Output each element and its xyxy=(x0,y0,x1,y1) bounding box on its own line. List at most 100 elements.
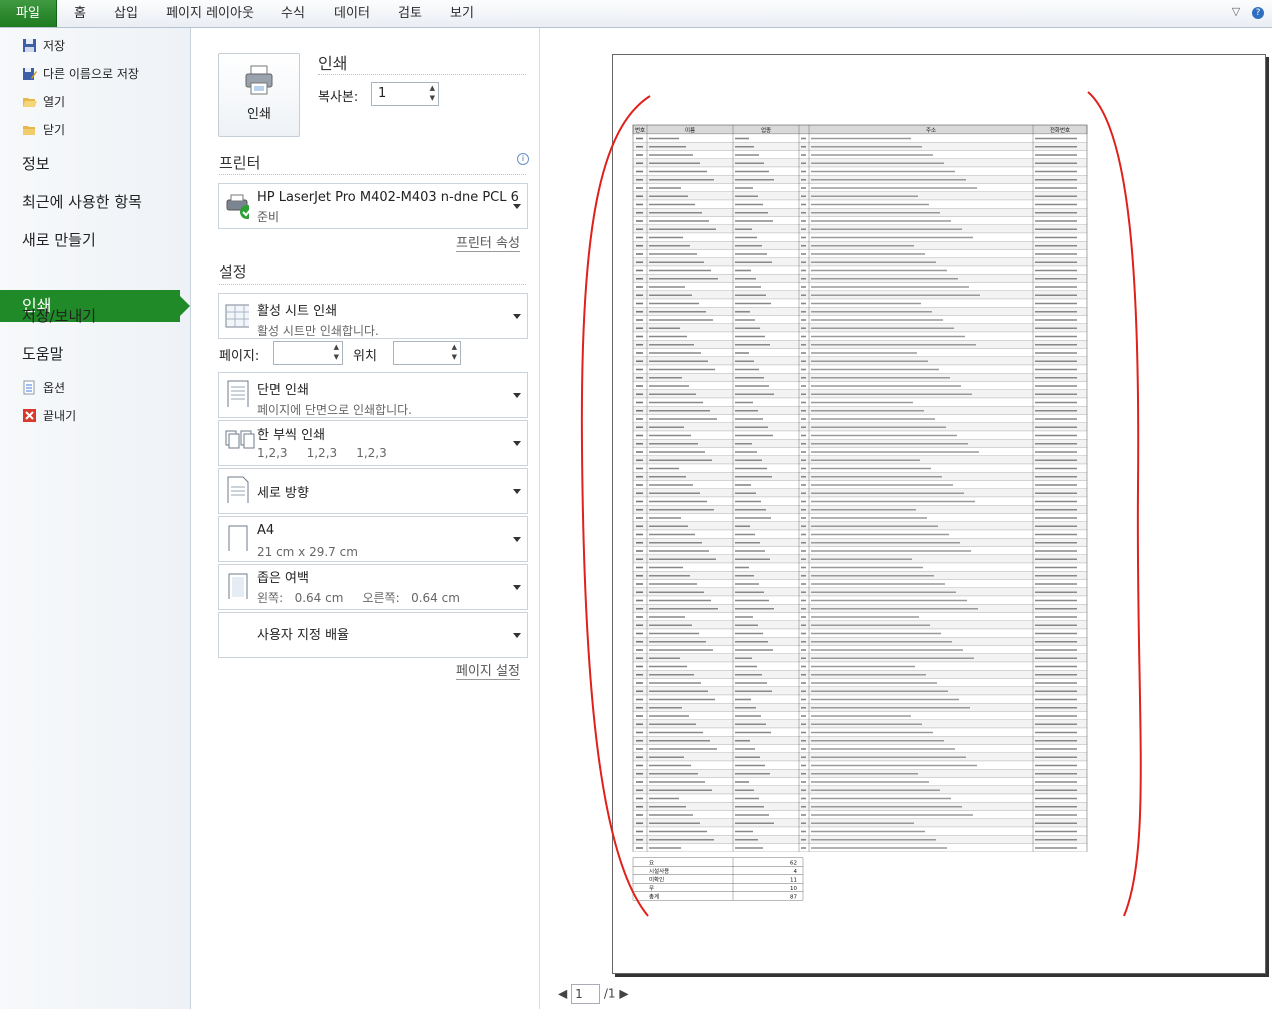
chevron-down-icon xyxy=(513,537,521,542)
chevron-down-icon xyxy=(513,393,521,398)
chevron-down-icon xyxy=(513,204,521,209)
print-what-desc: 활성 시트만 인쇄합니다. xyxy=(257,324,379,338)
collate-title: 한 부씩 인쇄 xyxy=(257,428,326,443)
nav-recent[interactable]: 최근에 사용한 항목 xyxy=(22,187,142,217)
nav-save-label: 저장 xyxy=(43,39,66,53)
spin-down-icon[interactable]: ▼ xyxy=(334,353,339,361)
margins-desc: 왼쪽: 0.64 cm 오른쪽: 0.64 cm xyxy=(257,591,460,605)
tab-review[interactable]: 검토 xyxy=(392,0,428,27)
close-folder-icon xyxy=(22,122,37,137)
nav-save-as-label: 다른 이름으로 저장 xyxy=(43,67,139,81)
spin-down-icon[interactable]: ▼ xyxy=(430,94,435,102)
spin-down-icon[interactable]: ▼ xyxy=(452,353,457,361)
settings-heading: 설정 xyxy=(219,263,247,281)
chevron-down-icon xyxy=(513,585,521,590)
tab-formulas[interactable]: 수식 xyxy=(276,0,310,27)
paper-size-title: A4 xyxy=(257,523,275,538)
sided-desc: 페이지에 단면으로 인쇄합니다. xyxy=(257,403,412,417)
sheet-icon xyxy=(225,304,249,328)
page-setup-link[interactable]: 페이지 설정 xyxy=(456,660,520,680)
spin-up-icon[interactable]: ▲ xyxy=(430,84,435,92)
tab-insert[interactable]: 삽입 xyxy=(106,0,146,27)
options-icon xyxy=(22,380,37,395)
spin-up-icon[interactable]: ▲ xyxy=(452,343,457,351)
pages-to-stepper[interactable]: ▲ ▼ xyxy=(393,341,461,365)
nav-options[interactable]: 옵션 xyxy=(22,377,65,399)
tab-file[interactable]: 파일 xyxy=(0,0,57,27)
divider xyxy=(219,284,526,285)
minimize-ribbon-icon[interactable]: ▽ xyxy=(1228,5,1244,19)
margins-icon xyxy=(228,573,248,599)
printer-heading: 프린터 xyxy=(219,154,261,172)
prev-page-icon[interactable]: ◀ xyxy=(558,987,567,1001)
paper-size-dropdown[interactable]: A4 21 cm x 29.7 cm xyxy=(218,516,528,562)
nav-close-label: 닫기 xyxy=(43,123,66,137)
printer-icon xyxy=(245,65,273,95)
chevron-down-icon xyxy=(513,441,521,446)
info-icon[interactable]: i xyxy=(517,153,529,165)
print-what-dropdown[interactable]: 활성 시트 인쇄 활성 시트만 인쇄합니다. xyxy=(218,293,528,339)
print-heading: 인쇄 xyxy=(318,54,348,73)
tab-view[interactable]: 보기 xyxy=(444,0,480,27)
pages-to-label: 위치 xyxy=(353,349,377,364)
portrait-icon xyxy=(227,476,249,503)
paper-icon xyxy=(228,525,248,551)
collated-icon xyxy=(225,430,255,449)
nav-exit[interactable]: 끝내기 xyxy=(22,405,76,427)
nav-save-as[interactable]: 다른 이름으로 저장 xyxy=(22,63,139,85)
open-folder-icon xyxy=(22,94,37,109)
help-icon[interactable]: ? xyxy=(1250,5,1266,19)
printer-properties-link[interactable]: 프린터 속성 xyxy=(456,232,520,252)
nav-open[interactable]: 열기 xyxy=(22,91,65,113)
print-button[interactable]: 인쇄 xyxy=(218,53,300,137)
nav-save[interactable]: 저장 xyxy=(22,35,65,57)
margins-dropdown[interactable]: 좁은 여백 왼쪽: 0.64 cm 오른쪽: 0.64 cm xyxy=(218,564,528,610)
nav-help[interactable]: 도움말 xyxy=(22,339,63,369)
next-page-icon[interactable]: ▶ xyxy=(619,987,628,1001)
nav-save-send[interactable]: 저장/보내기 xyxy=(22,301,96,331)
printer-dropdown[interactable]: HP LaserJet Pro M402-M403 n-dne PCL 6 준비 xyxy=(218,183,528,229)
collate-dropdown[interactable]: 한 부씩 인쇄 1,2,3 1,2,3 1,2,3 xyxy=(218,420,528,466)
nav-open-label: 열기 xyxy=(43,95,66,109)
divider xyxy=(318,74,526,75)
chevron-down-icon xyxy=(513,489,521,494)
print-button-label: 인쇄 xyxy=(247,107,271,122)
spin-up-icon[interactable]: ▲ xyxy=(334,343,339,351)
chevron-down-icon xyxy=(513,633,521,638)
total-pages: /1 xyxy=(603,986,616,1001)
save-icon xyxy=(22,38,37,53)
tab-home[interactable]: 홈 xyxy=(64,0,96,27)
selection-arrow-icon xyxy=(180,296,190,316)
collate-desc: 1,2,3 1,2,3 1,2,3 xyxy=(257,446,387,460)
paper-size-desc: 21 cm x 29.7 cm xyxy=(257,545,358,559)
nav-close[interactable]: 닫기 xyxy=(22,119,65,141)
pages-from-stepper[interactable]: ▲ ▼ xyxy=(273,341,343,365)
one-sided-page-icon xyxy=(227,380,249,407)
orientation-dropdown[interactable]: 세로 방향 xyxy=(218,468,528,514)
tab-page-layout[interactable]: 페이지 레이아웃 xyxy=(160,0,260,27)
red-annotation xyxy=(580,91,1142,917)
printer-name: HP LaserJet Pro M402-M403 n-dne PCL 6 xyxy=(257,190,519,205)
print-settings-panel: 인쇄 인쇄 복사본: 1 ▲ ▼ 프린터 i HP LaserJet Pro M… xyxy=(191,28,540,1009)
chevron-down-icon xyxy=(513,314,521,319)
current-page-input[interactable]: 1 xyxy=(571,984,601,1004)
pages-label: 페이지: xyxy=(219,349,260,364)
copies-stepper[interactable]: 1 ▲ ▼ xyxy=(371,82,439,106)
copies-value: 1 xyxy=(378,86,387,101)
sided-dropdown[interactable]: 단면 인쇄 페이지에 단면으로 인쇄합니다. xyxy=(218,372,528,418)
exit-icon xyxy=(22,408,37,423)
sided-title: 단면 인쇄 xyxy=(257,383,309,398)
copies-label: 복사본: xyxy=(318,90,359,105)
printer-ready-icon xyxy=(226,194,249,219)
divider xyxy=(219,174,526,175)
print-preview: 번호 이름 업종 주소 전화번호 요 62 시설사용 4 미확인 11 무 10 총계 87 ◀ 1 /1 … xyxy=(540,28,1272,1009)
margins-title: 좁은 여백 xyxy=(257,571,309,586)
nav-new[interactable]: 새로 만들기 xyxy=(22,225,96,255)
scaling-dropdown[interactable]: 사용자 지정 배율 xyxy=(218,612,528,658)
nav-options-label: 옵션 xyxy=(43,381,66,395)
nav-exit-label: 끝내기 xyxy=(43,409,77,423)
save-as-icon xyxy=(22,66,37,81)
printer-status: 준비 xyxy=(257,210,280,224)
nav-info[interactable]: 정보 xyxy=(22,149,50,179)
tab-data[interactable]: 데이터 xyxy=(328,0,376,27)
